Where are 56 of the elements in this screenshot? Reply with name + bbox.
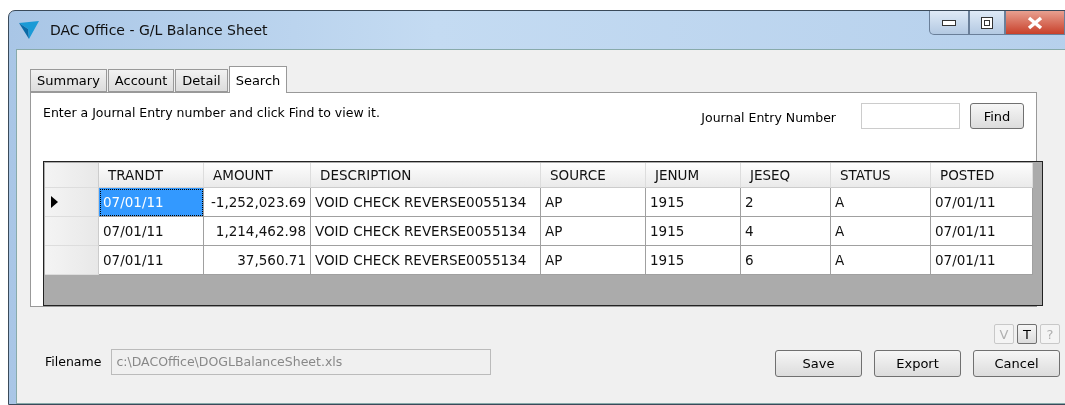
window-title: DAC Office - G/L Balance Sheet	[50, 22, 268, 38]
column-header[interactable]: SOURCE	[541, 163, 646, 188]
column-header[interactable]: POSTED	[931, 163, 1033, 188]
action-button[interactable]: Export	[874, 350, 961, 377]
table-cell: -1,252,023.69	[204, 188, 311, 217]
table-cell: 1,214,462.98	[204, 217, 311, 246]
journal-entry-label: Journal Entry Number	[701, 110, 836, 125]
corner-header	[45, 163, 99, 188]
close-button[interactable]	[1005, 11, 1065, 35]
column-header[interactable]: AMOUNT	[204, 163, 311, 188]
minimize-icon	[942, 19, 956, 26]
tab[interactable]: Detail	[175, 69, 228, 92]
table-cell: 07/01/11	[99, 246, 204, 275]
column-header[interactable]: STATUS	[831, 163, 931, 188]
column-header[interactable]: TRANDT	[99, 163, 204, 188]
instruction-text: Enter a Journal Entry number and click Find to view it.	[43, 105, 380, 120]
table-cell: 2	[741, 188, 831, 217]
table-cell: 1915	[646, 217, 741, 246]
table-cell: VOID CHECK REVERSE0055134	[311, 188, 541, 217]
table-cell: 07/01/11	[99, 217, 204, 246]
column-header[interactable]: JESEQ	[741, 163, 831, 188]
table-cell: 07/01/11	[931, 217, 1033, 246]
table-cell: 37,560.71	[204, 246, 311, 275]
table-cell: 4	[741, 217, 831, 246]
table-cell: 1915	[646, 246, 741, 275]
row-header[interactable]	[45, 188, 99, 217]
table-cell: 6	[741, 246, 831, 275]
column-header[interactable]: JENUM	[646, 163, 741, 188]
table-cell: VOID CHECK REVERSE0055134	[311, 217, 541, 246]
tab[interactable]: Search	[228, 66, 288, 93]
table-cell: A	[831, 217, 931, 246]
filename-label: Filename	[45, 354, 102, 369]
app-logo-icon	[18, 20, 40, 40]
table-cell: VOID CHECK REVERSE0055134	[311, 246, 541, 275]
tab[interactable]: Summary	[30, 69, 107, 92]
table-cell: A	[831, 188, 931, 217]
close-icon	[1027, 15, 1043, 30]
table-cell: AP	[541, 188, 646, 217]
table-cell: 1915	[646, 188, 741, 217]
tab[interactable]: Account	[107, 69, 175, 92]
table-cell: 07/01/11	[931, 188, 1033, 217]
table-cell: AP	[541, 246, 646, 275]
table-cell: AP	[541, 217, 646, 246]
table-cell: 07/01/11	[931, 246, 1033, 275]
option-button[interactable]: T	[1017, 324, 1037, 344]
restore-button[interactable]	[969, 11, 1005, 35]
table-cell: 07/01/11	[99, 188, 204, 217]
minimize-button[interactable]	[929, 11, 969, 35]
column-header[interactable]: DESCRIPTION	[311, 163, 541, 188]
action-button[interactable]: Cancel	[973, 350, 1060, 377]
table-cell: A	[831, 246, 931, 275]
action-button[interactable]: Save	[775, 350, 862, 377]
journal-entry-field[interactable]	[861, 103, 960, 129]
find-button[interactable]: Find	[970, 103, 1024, 129]
restore-icon	[981, 16, 993, 29]
current-row-icon	[51, 196, 58, 208]
